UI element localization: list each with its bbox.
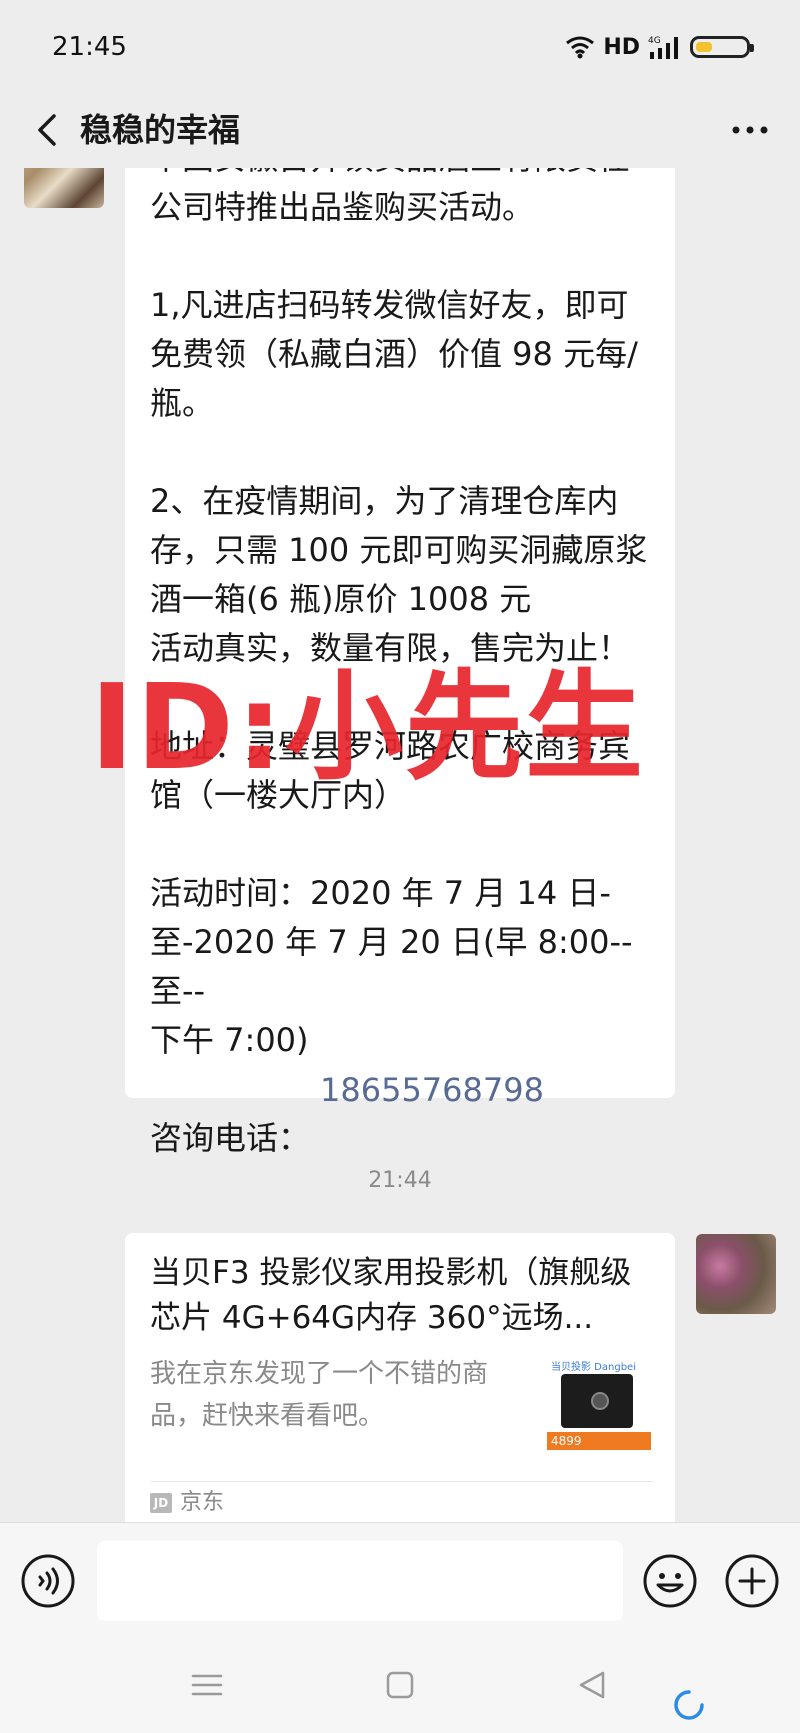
sender-avatar[interactable] — [24, 168, 104, 208]
watermark: ID:小先生 — [90, 658, 646, 796]
more-dots-icon[interactable] — [724, 104, 776, 156]
status-icons: HD 4G — [565, 34, 754, 60]
input-bar — [0, 1522, 800, 1641]
chat-header: 稳稳的幸福 — [0, 92, 800, 168]
emoji-icon[interactable] — [642, 1553, 698, 1609]
menu-icon[interactable] — [190, 1670, 224, 1700]
voice-icon[interactable] — [20, 1553, 76, 1609]
card-source: 京东 — [180, 1490, 225, 1515]
my-avatar[interactable] — [696, 1234, 776, 1314]
jd-logo-icon: JD — [150, 1493, 172, 1513]
card-title: 当贝F3 投影仪家用投影机（旗舰级芯片 4G+64G内存 360°远场... — [150, 1255, 632, 1336]
hd-indicator: HD — [603, 34, 640, 60]
battery-icon — [690, 36, 754, 58]
projector-image — [561, 1374, 633, 1428]
card-description: 我在京东发现了一个不错的商品，赶快来看看吧。 — [150, 1359, 489, 1431]
message-input[interactable] — [97, 1541, 623, 1621]
chat-messages[interactable]: 中国安徽古井镇贡品酒业有限责任 公司特推出品鉴购买活动。 1,凡进店扫码转发微信… — [0, 168, 800, 1522]
thumbnail-price: 4899 — [547, 1432, 651, 1450]
chat-title: 稳稳的幸福 — [80, 111, 241, 149]
back-arrow-icon[interactable] — [22, 104, 74, 156]
plus-icon[interactable] — [724, 1553, 780, 1609]
system-navigation-bar — [0, 1640, 800, 1733]
card-divider — [150, 1481, 653, 1482]
network-label: 4G — [648, 36, 661, 46]
status-time: 21:45 — [52, 32, 127, 62]
status-bar: 21:45 HD 4G — [0, 0, 800, 92]
message-timestamp: 21:44 — [368, 1168, 432, 1193]
home-icon[interactable] — [383, 1670, 417, 1700]
signal-icon: 4G — [648, 36, 678, 59]
product-thumbnail: 当贝投影 Dangbei 4899 — [543, 1358, 653, 1458]
triangle-back-icon[interactable] — [575, 1670, 609, 1700]
thumbnail-brand: 当贝投影 Dangbei — [551, 1362, 636, 1373]
wifi-icon — [566, 36, 595, 59]
loading-icon — [674, 1690, 704, 1720]
phone-link[interactable]: 18655768798 — [320, 1066, 544, 1115]
